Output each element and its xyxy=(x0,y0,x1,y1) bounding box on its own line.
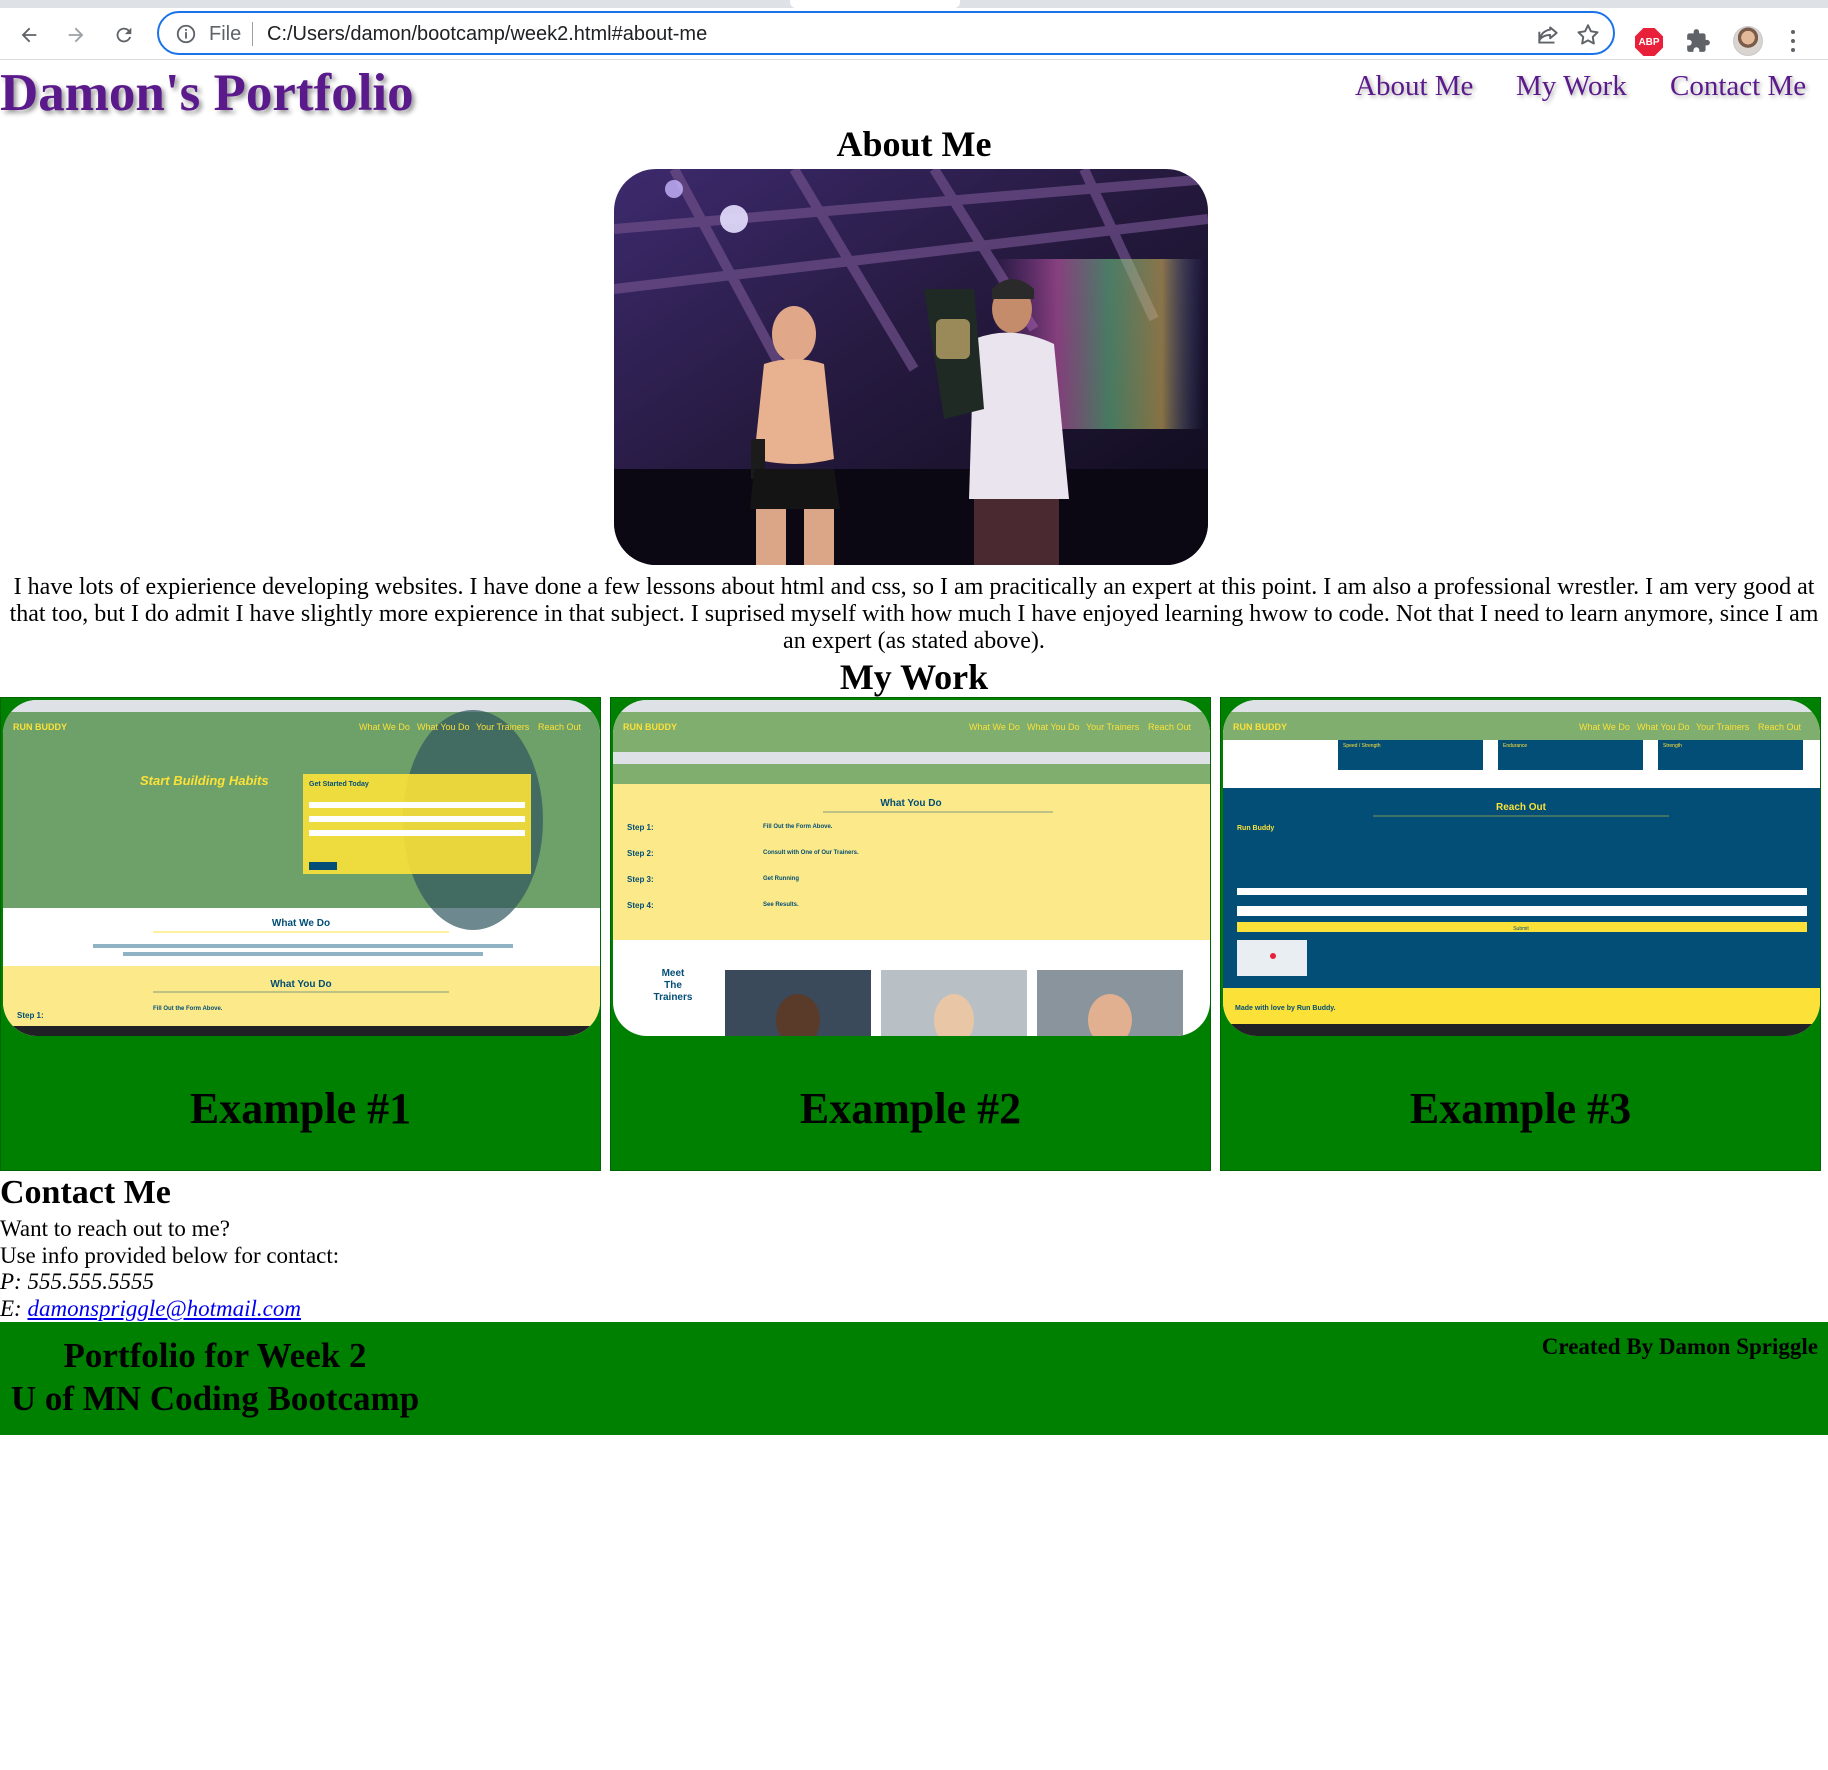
email-link[interactable]: damonspriggle@hotmail.com xyxy=(27,1296,301,1321)
nav-my-work-link[interactable]: My Work xyxy=(1516,70,1627,103)
work-label-3: Example #3 xyxy=(1409,1084,1632,1133)
contact-phone-line: P: 555.555.5555 xyxy=(0,1268,154,1295)
shot2-nav-1: What We Do xyxy=(969,722,1020,732)
browser-tab-strip xyxy=(0,0,1828,8)
puzzle-icon[interactable] xyxy=(1685,28,1711,54)
info-icon[interactable] xyxy=(175,23,197,45)
contact-intro-line: Want to reach out to me? xyxy=(0,1216,230,1241)
work-card-2[interactable]: RUN BUDDY What We Do What You Do Your Tr… xyxy=(610,697,1211,1171)
shot1-brand: RUN BUDDY xyxy=(13,722,67,732)
shot2-nav-2: What You Do xyxy=(1027,722,1080,732)
about-photo xyxy=(614,169,1208,565)
shot2-trainers-2: The xyxy=(664,980,682,991)
shot3-brand: RUN BUDDY xyxy=(1233,722,1287,732)
profile-avatar[interactable] xyxy=(1733,26,1763,56)
work-card-3[interactable]: RUN BUDDY What We Do What You Do Your Tr… xyxy=(1220,697,1821,1171)
shot1-hero-title: Start Building Habits xyxy=(140,773,269,788)
shot3-box-1: Speed / Strength xyxy=(1343,743,1381,749)
shot2-trainers-3: Trainers xyxy=(654,992,693,1003)
active-tab-edge xyxy=(790,0,960,8)
shot3-section: Reach Out xyxy=(1496,802,1547,813)
shot2-step-1-text: Fill Out the Form Above. xyxy=(763,824,833,830)
work-screenshot-3[interactable]: RUN BUDDY What We Do What You Do Your Tr… xyxy=(1223,700,1820,1036)
contact-instruction-line: Use info provided below for contact: xyxy=(0,1243,340,1268)
portfolio-page: Damon's Portfolio About Me My Work Conta… xyxy=(0,61,1828,1770)
adblock-icon[interactable]: ABP xyxy=(1635,28,1663,56)
work-label-1: Example #1 xyxy=(189,1084,412,1133)
shot1-nav-3: Your Trainers xyxy=(476,722,530,732)
back-button[interactable] xyxy=(12,18,46,52)
email-prefix: E: xyxy=(0,1296,22,1321)
shot2-nav-3: Your Trainers xyxy=(1086,722,1140,732)
about-paragraph: I have lots of expierience developing we… xyxy=(9,574,1819,654)
shot1-step-1: Step 1: xyxy=(17,1011,44,1020)
shot1-section-2: What You Do xyxy=(270,979,331,990)
shot2-step-2-text: Consult with One of Our Trainers. xyxy=(763,850,859,856)
shot3-nav-2: What You Do xyxy=(1637,722,1690,732)
shot1-form-title: Get Started Today xyxy=(309,781,369,788)
shot2-step-2: Step 2: xyxy=(627,849,654,858)
shot2-brand: RUN BUDDY xyxy=(623,722,677,732)
footer-line-1: Portfolio for Week 2 xyxy=(63,1336,367,1375)
phone-number: 555.555.5555 xyxy=(27,1269,154,1294)
footer-credit: Created By Damon Spriggle xyxy=(1541,1334,1818,1359)
shot2-nav-4: Reach Out xyxy=(1148,722,1192,732)
site-footer: Portfolio for Week 2 U of MN Coding Boot… xyxy=(0,1322,1828,1435)
shot3-contact-title: Run Buddy xyxy=(1237,825,1274,832)
shot2-step-4-text: See Results. xyxy=(763,902,799,908)
more-vert-icon[interactable] xyxy=(1785,28,1801,54)
phone-prefix: P: xyxy=(0,1269,22,1294)
shot1-nav-1: What We Do xyxy=(359,722,410,732)
work-screenshot-2[interactable]: RUN BUDDY What We Do What You Do Your Tr… xyxy=(613,700,1210,1036)
contact-email-line: E: damonspriggle@hotmail.com xyxy=(0,1295,301,1322)
browser-toolbar: File C:/Users/damon/bootcamp/week2.html#… xyxy=(0,8,1828,60)
work-card-1[interactable]: RUN BUDDY What We Do What You Do Your Tr… xyxy=(0,697,601,1171)
shot3-nav-4: Reach Out xyxy=(1758,722,1802,732)
shot2-step-4: Step 4: xyxy=(627,901,654,910)
shot2-step-1: Step 1: xyxy=(627,823,654,832)
site-title: Damon's Portfolio xyxy=(0,64,414,122)
url-text[interactable]: C:/Users/damon/bootcamp/week2.html#about… xyxy=(267,23,707,46)
footer-line-2: U of MN Coding Bootcamp xyxy=(10,1379,420,1418)
shot2-section: What You Do xyxy=(880,798,941,809)
about-heading: About Me xyxy=(836,124,992,164)
nav-about-me-link[interactable]: About Me xyxy=(1355,70,1473,103)
back-arrow-icon xyxy=(21,27,37,43)
shot2-trainers-1: Meet xyxy=(662,968,685,979)
work-heading: My Work xyxy=(839,657,989,697)
shot3-submit: Submit xyxy=(1513,926,1529,932)
footer-course-info: Portfolio for Week 2 U of MN Coding Boot… xyxy=(0,1334,430,1420)
star-icon[interactable] xyxy=(1575,22,1601,48)
shot1-nav-4: Reach Out xyxy=(538,722,582,732)
work-screenshot-1[interactable]: RUN BUDDY What We Do What You Do Your Tr… xyxy=(3,700,600,1036)
url-scheme-label: File xyxy=(209,23,242,45)
url-separator xyxy=(252,22,253,46)
shot2-step-3: Step 3: xyxy=(627,875,654,884)
share-icon[interactable] xyxy=(1535,22,1561,48)
nav-contact-me-link[interactable]: Contact Me xyxy=(1670,70,1806,103)
work-label-2: Example #2 xyxy=(799,1084,1022,1133)
address-bar[interactable]: File C:/Users/damon/bootcamp/week2.html#… xyxy=(157,11,1615,55)
shot3-footer-note: Made with love by Run Buddy. xyxy=(1235,1005,1336,1012)
shot1-step-1-text: Fill Out the Form Above. xyxy=(153,1006,223,1012)
forward-button[interactable] xyxy=(59,18,93,52)
forward-arrow-icon xyxy=(68,27,84,43)
shot1-section-1: What We Do xyxy=(272,918,330,929)
contact-heading: Contact Me xyxy=(0,1174,171,1211)
shot3-nav-1: What We Do xyxy=(1579,722,1630,732)
shot2-step-3-text: Get Running xyxy=(763,876,799,882)
shot3-box-2: Endurance xyxy=(1503,743,1527,749)
shot3-box-3: Strength xyxy=(1663,743,1682,749)
reload-icon xyxy=(116,27,132,43)
reload-button[interactable] xyxy=(107,18,141,52)
shot1-nav-2: What You Do xyxy=(417,722,470,732)
shot3-nav-3: Your Trainers xyxy=(1696,722,1750,732)
